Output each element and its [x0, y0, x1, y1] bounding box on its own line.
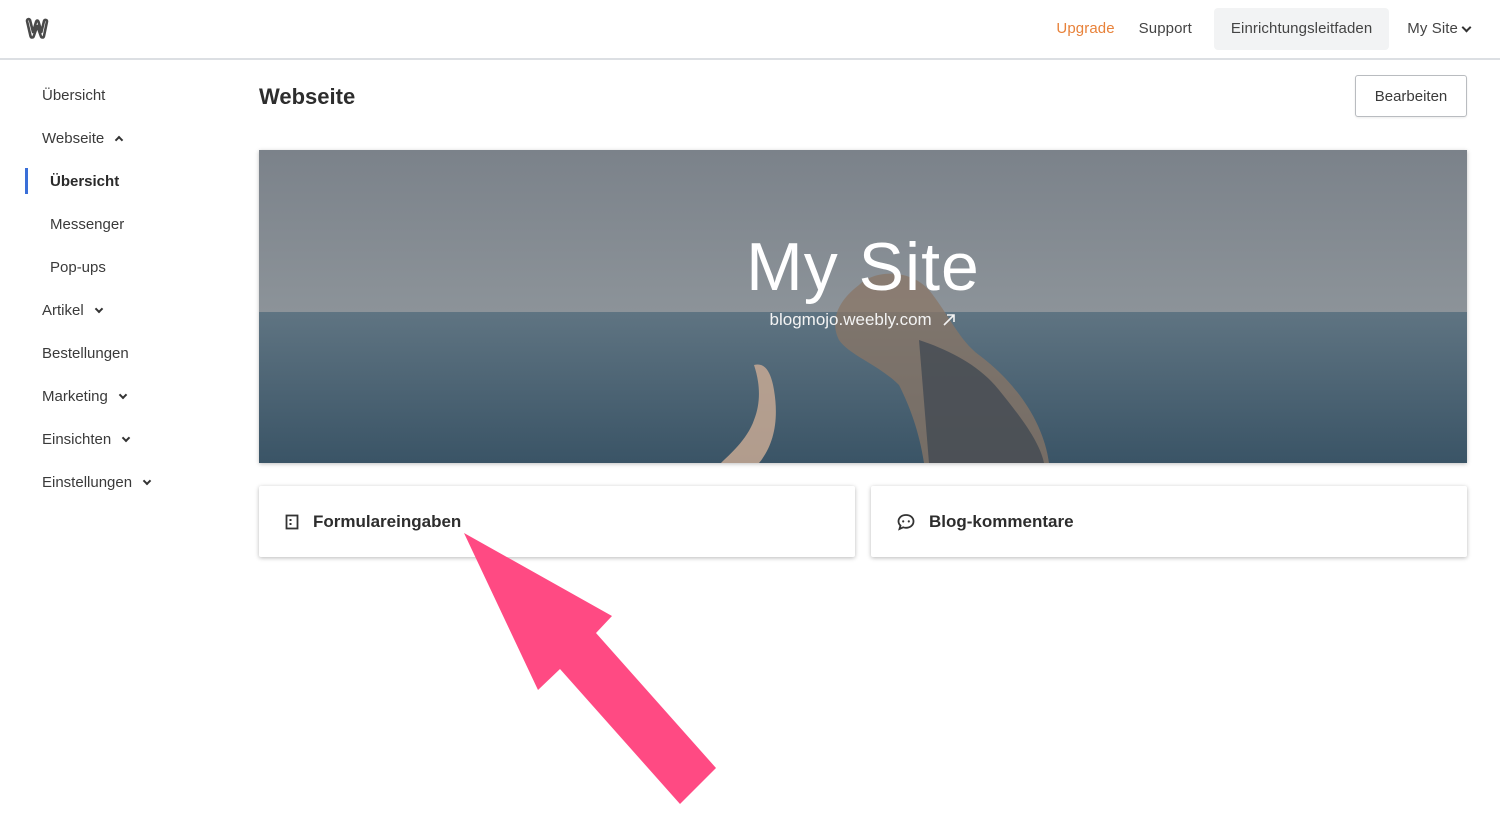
- pointer-arrow-annotation: [464, 533, 716, 804]
